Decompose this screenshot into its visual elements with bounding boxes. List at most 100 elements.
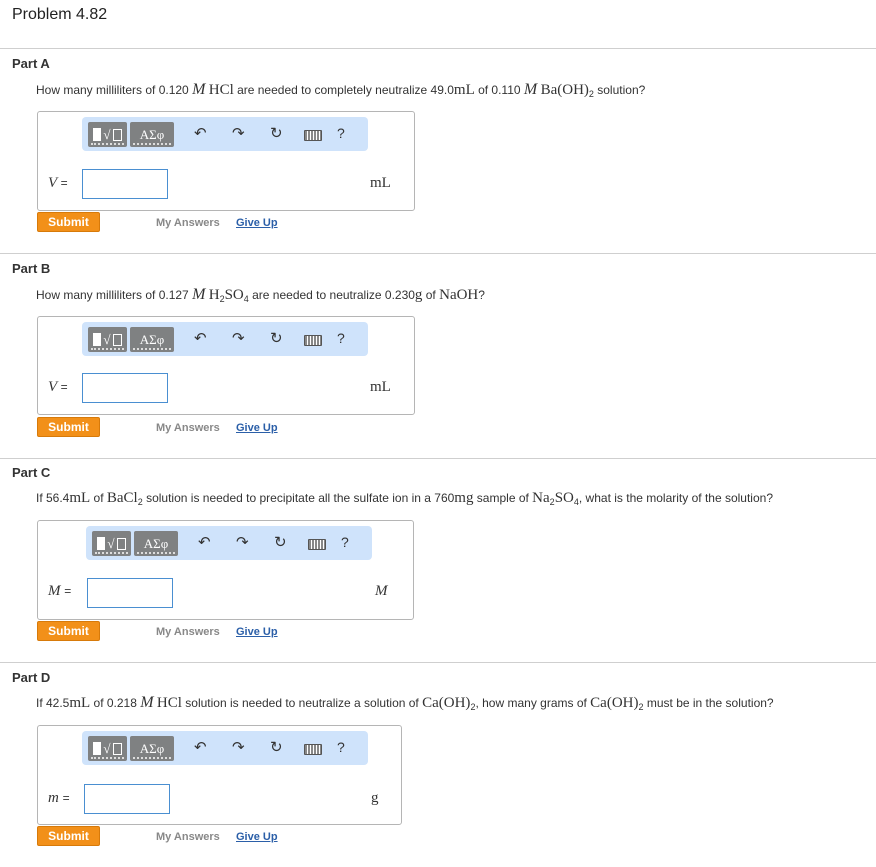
give-up-link[interactable]: Give Up: [236, 831, 278, 843]
undo-icon[interactable]: ↶: [198, 535, 211, 551]
answer-panel: √ ΑΣφ ↶ ↷ ↻ ? M = M: [37, 520, 414, 620]
unit-label: mL: [370, 175, 391, 191]
undo-icon[interactable]: ↶: [194, 331, 207, 347]
help-icon[interactable]: ?: [337, 330, 345, 346]
answer-panel: √ ΑΣφ ↶ ↷ ↻ ? V = mL: [37, 111, 415, 211]
divider: [0, 458, 876, 459]
submit-button[interactable]: Submit: [37, 621, 100, 641]
give-up-link[interactable]: Give Up: [236, 626, 278, 638]
help-icon[interactable]: ?: [341, 534, 349, 550]
part-b-label: Part B: [12, 261, 51, 276]
chemical-formula: Ca(OH): [422, 695, 471, 711]
unit-text: mL: [69, 490, 91, 506]
reset-icon[interactable]: ↻: [270, 331, 283, 347]
redo-icon[interactable]: ↷: [232, 331, 245, 347]
unit-text: mg: [454, 490, 474, 506]
submit-button[interactable]: Submit: [37, 212, 100, 232]
undo-icon[interactable]: ↶: [194, 740, 207, 756]
chemical-formula: Ca(OH): [590, 695, 639, 711]
answer-panel: √ ΑΣφ ↶ ↷ ↻ ? m = g: [37, 725, 402, 825]
help-icon[interactable]: ?: [337, 739, 345, 755]
reset-icon[interactable]: ↻: [270, 126, 283, 142]
molarity-symbol: M: [192, 286, 206, 303]
problem-title: Problem 4.82: [12, 6, 108, 23]
math-toolbar: √ ΑΣφ ↶ ↷ ↻ ?: [82, 322, 368, 356]
submit-button[interactable]: Submit: [37, 826, 100, 846]
divider: [0, 48, 876, 49]
reset-icon[interactable]: ↻: [270, 740, 283, 756]
question-text: of 0.110: [474, 83, 524, 97]
symbols-button[interactable]: ΑΣφ: [134, 531, 178, 556]
molarity-symbol: M: [523, 81, 538, 98]
help-icon[interactable]: ?: [337, 125, 345, 141]
redo-icon[interactable]: ↷: [232, 126, 245, 142]
unit-label: M: [375, 583, 388, 599]
answer-input[interactable]: [84, 784, 170, 814]
symbols-button[interactable]: ΑΣφ: [130, 736, 174, 761]
templates-button[interactable]: √: [88, 327, 127, 352]
keyboard-icon[interactable]: [304, 744, 322, 755]
question-text: , what is the molarity of the solution?: [578, 491, 773, 505]
part-c-label: Part C: [12, 465, 51, 480]
undo-icon[interactable]: ↶: [194, 126, 207, 142]
question-text: If 56.4: [36, 491, 70, 505]
redo-icon[interactable]: ↷: [232, 740, 245, 756]
reset-icon[interactable]: ↻: [274, 535, 287, 551]
question-text: must be in the solution?: [643, 696, 774, 710]
my-answers-link[interactable]: My Answers: [156, 217, 220, 229]
unit-text: mL: [69, 695, 91, 711]
templates-button[interactable]: √: [88, 122, 127, 147]
symbols-button[interactable]: ΑΣφ: [130, 327, 174, 352]
redo-icon[interactable]: ↷: [236, 535, 249, 551]
chemical-formula: Ba(OH): [540, 82, 589, 98]
templates-icon: [97, 537, 106, 550]
keyboard-icon[interactable]: [308, 539, 326, 550]
my-answers-link[interactable]: My Answers: [156, 831, 220, 843]
math-toolbar: √ ΑΣφ ↶ ↷ ↻ ?: [82, 117, 368, 151]
molarity-symbol: M: [140, 694, 154, 711]
question-text: are needed to neutralize 0.230: [248, 288, 415, 302]
divider: [0, 662, 876, 663]
part-a-label: Part A: [12, 56, 50, 71]
math-toolbar: √ ΑΣφ ↶ ↷ ↻ ?: [86, 526, 372, 560]
part-b-question: How many milliliters of 0.127 M H2SO4 ar…: [36, 286, 485, 304]
variable-label: V =: [48, 175, 68, 191]
divider: [0, 253, 876, 254]
part-a-question: How many milliliters of 0.120 M HCl are …: [36, 81, 645, 99]
question-text: of: [422, 288, 440, 302]
chemical-formula: Na: [532, 490, 550, 506]
chemical-formula: SO: [554, 490, 574, 506]
my-answers-link[interactable]: My Answers: [156, 422, 220, 434]
molarity-symbol: M: [192, 81, 206, 98]
my-answers-link[interactable]: My Answers: [156, 626, 220, 638]
variable-label: V =: [48, 379, 68, 395]
question-text: ?: [478, 288, 485, 302]
question-text: How many milliliters of 0.120: [36, 83, 193, 97]
templates-icon: [93, 128, 102, 141]
question-text: of: [90, 491, 107, 505]
keyboard-icon[interactable]: [304, 130, 322, 141]
submit-button[interactable]: Submit: [37, 417, 100, 437]
variable-label: M =: [48, 583, 72, 599]
give-up-link[interactable]: Give Up: [236, 217, 278, 229]
chemical-formula: NaOH: [439, 287, 479, 303]
templates-icon: [93, 742, 102, 755]
chemical-formula: H: [208, 287, 220, 303]
math-toolbar: √ ΑΣφ ↶ ↷ ↻ ?: [82, 731, 368, 765]
variable-label: m =: [48, 790, 70, 806]
answer-panel: √ ΑΣφ ↶ ↷ ↻ ? V = mL: [37, 316, 415, 415]
templates-button[interactable]: √: [92, 531, 131, 556]
symbols-button[interactable]: ΑΣφ: [130, 122, 174, 147]
answer-input[interactable]: [82, 373, 168, 403]
answer-input[interactable]: [82, 169, 168, 199]
give-up-link[interactable]: Give Up: [236, 422, 278, 434]
question-text: solution is needed to neutralize a solut…: [181, 696, 423, 710]
part-c-question: If 56.4mL of BaCl2 solution is needed to…: [36, 490, 773, 507]
keyboard-icon[interactable]: [304, 335, 322, 346]
unit-label: mL: [370, 379, 391, 395]
answer-input[interactable]: [87, 578, 173, 608]
unit-text: mL: [453, 82, 475, 98]
templates-button[interactable]: √: [88, 736, 127, 761]
question-text: solution is needed to precipitate all th…: [142, 491, 455, 505]
question-text: , how many grams of: [475, 696, 591, 710]
